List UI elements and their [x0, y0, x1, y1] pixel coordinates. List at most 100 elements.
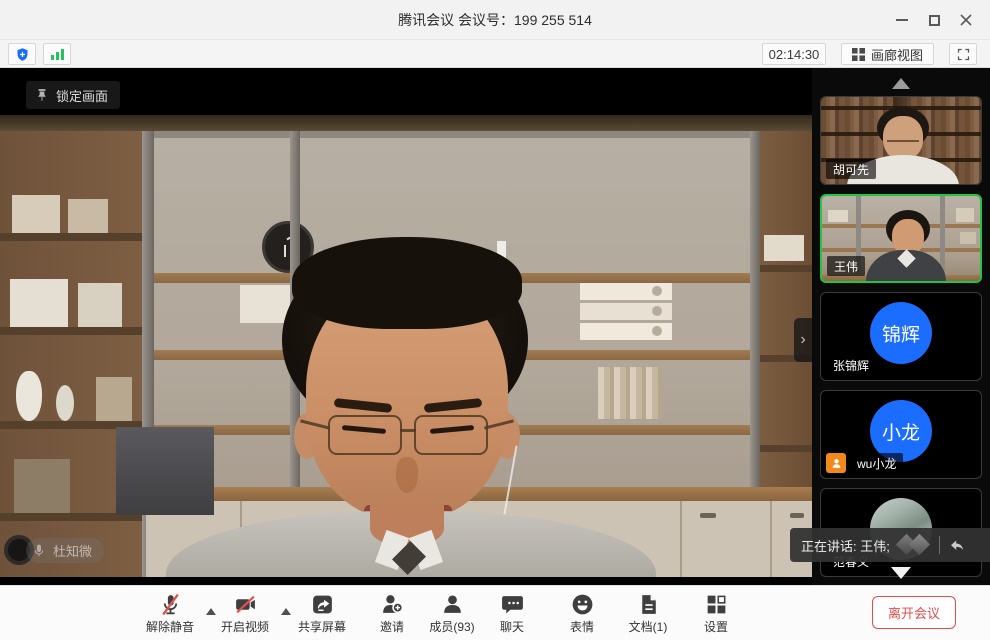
meeting-stage: 杜知微 锁定画面 › — [0, 68, 990, 585]
mic-muted-icon — [158, 592, 183, 617]
emoji-button[interactable]: 表情 — [546, 592, 618, 635]
emoji-smiley-icon — [570, 592, 595, 617]
participant-name: 胡可先 — [833, 161, 869, 178]
settings-grid-icon — [704, 592, 729, 617]
participant-label: 王伟 — [827, 256, 865, 276]
attendee-badge — [826, 453, 846, 473]
maximize-button[interactable] — [918, 5, 950, 35]
share-screen-button[interactable]: 共享屏幕 — [286, 592, 358, 635]
divider — [939, 536, 940, 554]
main-video: 杜知微 — [0, 115, 812, 577]
meeting-status-group — [8, 43, 71, 65]
person-icon — [830, 457, 843, 470]
participant-tile-wangwei[interactable]: 王伟 — [820, 194, 982, 283]
lock-view-label: 锁定画面 — [56, 86, 108, 105]
fullscreen-corners-icon — [956, 47, 971, 62]
scene-decor — [0, 327, 146, 335]
scene-decor — [284, 245, 286, 257]
scene-decor — [956, 208, 974, 222]
documents-button[interactable]: 文档(1) — [612, 592, 684, 635]
scroll-up-arrow[interactable] — [892, 78, 910, 89]
leave-meeting-button[interactable]: 离开会议 — [872, 596, 956, 629]
minimize-button[interactable] — [886, 5, 918, 35]
participant-label: 张锦辉 — [826, 355, 876, 375]
scene-decor — [764, 235, 804, 261]
scene-decor — [0, 115, 812, 131]
scene-decor — [790, 513, 804, 518]
shield-plus-icon — [15, 47, 30, 62]
reply-arrow-icon[interactable] — [948, 536, 966, 554]
chat-button[interactable]: 聊天 — [476, 592, 548, 635]
main-speaker-pill: 杜知微 — [26, 538, 104, 563]
person-hair-fringe — [292, 237, 522, 329]
invite-label: 邀请 — [380, 618, 404, 635]
scene-decor — [828, 210, 848, 222]
scene-decor — [758, 445, 812, 452]
settings-button[interactable]: 设置 — [680, 592, 752, 635]
network-signal-button[interactable] — [43, 43, 71, 65]
control-bar: 解除静音 开启视频 共享屏幕 邀请 成 — [0, 585, 990, 640]
participant-tile-wuxiaolong[interactable]: 小龙 wu小龙 — [820, 390, 982, 479]
unmute-label: 解除静音 — [146, 618, 194, 635]
members-label: 成员(93) — [429, 618, 474, 635]
scene-decor — [680, 501, 682, 577]
scene-decor — [146, 131, 812, 138]
lock-view-button[interactable]: 锁定画面 — [26, 81, 120, 109]
meeting-info-bar: 02:14:30 画廊视图 — [0, 40, 990, 68]
maximize-icon — [929, 15, 940, 26]
scene-books — [598, 367, 662, 419]
scene-vase — [16, 371, 42, 421]
scene-decor — [652, 326, 662, 336]
participant-name: 王伟 — [834, 258, 858, 275]
participant-avatar: 锦辉 — [870, 302, 932, 364]
chevron-right-icon: › — [800, 331, 805, 349]
scene-decor — [652, 286, 662, 296]
participant-label: 胡可先 — [826, 159, 876, 179]
mic-icon — [31, 543, 47, 559]
meeting-timer: 02:14:30 — [762, 43, 826, 65]
scene-decor — [78, 283, 122, 327]
share-screen-icon — [310, 592, 335, 617]
start-video-button[interactable]: 开启视频 — [209, 592, 281, 635]
scene-decor — [652, 306, 662, 316]
scene-vase — [56, 385, 74, 421]
scroll-down-arrow[interactable] — [891, 567, 911, 579]
scene-decor — [96, 377, 132, 421]
person-glasses — [414, 415, 488, 455]
chat-label: 聊天 — [500, 618, 524, 635]
camera-off-icon — [233, 592, 258, 617]
person-glasses — [887, 133, 919, 142]
documents-label: 文档(1) — [629, 618, 668, 635]
chat-bubble-icon — [500, 592, 525, 617]
sidebar-collapse-handle[interactable]: › — [794, 318, 812, 362]
settings-label: 设置 — [704, 618, 728, 635]
fullscreen-button[interactable] — [949, 43, 977, 65]
window-controls — [886, 0, 982, 40]
members-person-icon — [440, 592, 465, 617]
window-title: 腾讯会议 会议号：199 255 514 — [398, 10, 592, 30]
participant-tile-hukexian[interactable]: 胡可先 — [820, 96, 982, 185]
close-button[interactable] — [950, 5, 982, 35]
person-glasses — [328, 415, 402, 455]
document-icon — [636, 592, 661, 617]
scene-decor — [960, 232, 976, 244]
scene-decor — [758, 265, 812, 272]
close-icon — [960, 14, 972, 26]
gallery-view-button[interactable]: 画廊视图 — [841, 43, 934, 65]
scene-decor — [14, 459, 70, 513]
scene-decor — [12, 195, 60, 233]
grid-layout-icon — [852, 48, 865, 61]
participants-sidebar: 胡可先 — [812, 68, 990, 585]
participant-tile-zhangjinhui[interactable]: 锦辉 张锦辉 — [820, 292, 982, 381]
scene-decor — [770, 501, 772, 577]
main-speaker-name: 杜知微 — [53, 541, 92, 560]
share-screen-label: 共享屏幕 — [298, 618, 346, 635]
scene-decor — [68, 199, 108, 233]
scene-decor — [10, 279, 68, 327]
participant-name: wu小龙 — [857, 455, 896, 472]
gallery-view-label: 画廊视图 — [871, 45, 923, 64]
pushpin-icon — [35, 88, 49, 102]
unmute-button[interactable]: 解除静音 — [134, 592, 206, 635]
view-controls-group: 02:14:30 画廊视图 — [762, 43, 977, 65]
security-shield-button[interactable] — [8, 43, 36, 65]
